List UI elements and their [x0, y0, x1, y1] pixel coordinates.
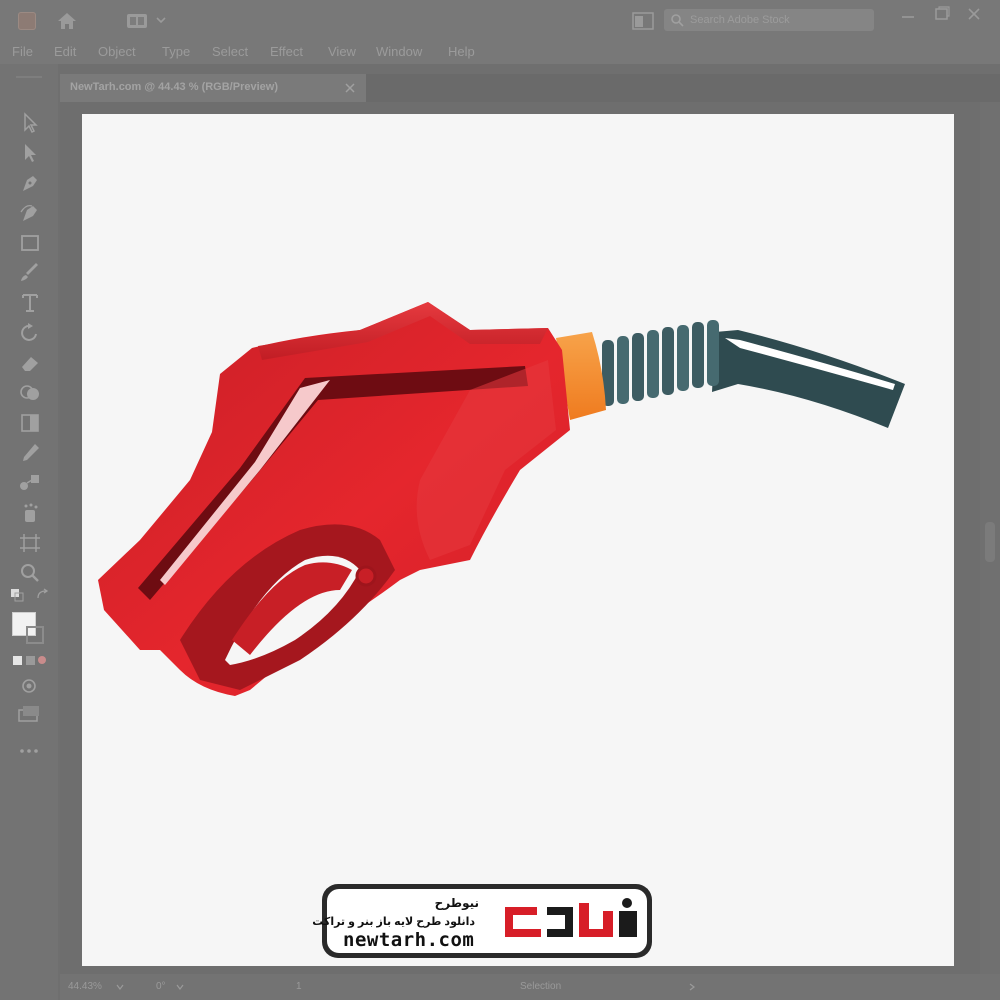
- swap-colors-icon[interactable]: [36, 588, 50, 602]
- close-tab-icon[interactable]: [344, 82, 356, 94]
- chevron-down-icon[interactable]: [156, 15, 166, 25]
- gradient-tool-icon[interactable]: [18, 412, 42, 434]
- vertical-scrollbar[interactable]: [980, 102, 1000, 974]
- document-tab[interactable]: NewTarh.com @ 44.43 % (RGB/Preview): [60, 74, 366, 102]
- watermark-title: نیوطرح: [434, 896, 479, 910]
- search-input[interactable]: [690, 11, 870, 29]
- more-tools-icon[interactable]: [18, 748, 40, 754]
- workspace-switcher-icon[interactable]: [126, 12, 148, 30]
- title-bar: [0, 0, 1000, 40]
- panel-grip-icon: [16, 76, 42, 78]
- stroke-swatch[interactable]: [26, 626, 44, 644]
- menu-object[interactable]: Object: [98, 44, 136, 59]
- rectangle-tool-icon[interactable]: [18, 232, 42, 254]
- rotate-tool-icon[interactable]: [18, 322, 42, 344]
- menu-edit[interactable]: Edit: [54, 44, 76, 59]
- watermark-panel: نیوطرح دانلود طرح لایه باز بنر و تراکت n…: [312, 889, 647, 953]
- eyedropper-tool-icon[interactable]: [18, 442, 42, 464]
- trigger-pivot: [355, 565, 377, 587]
- menu-select[interactable]: Select: [212, 44, 248, 59]
- symbol-sprayer-tool-icon[interactable]: [18, 502, 42, 524]
- arrange-documents-icon[interactable]: [632, 11, 654, 31]
- search-icon: [671, 14, 684, 27]
- watermark-subtitle: دانلود طرح لایه باز بنر و تراکت: [312, 916, 475, 928]
- spout-spring: [602, 320, 719, 406]
- scrollbar-thumb[interactable]: [985, 522, 995, 562]
- tools-panel: [0, 64, 58, 1000]
- chevron-down-icon[interactable]: [176, 983, 184, 991]
- current-tool-name: Selection: [520, 981, 562, 992]
- watermark-url: newtarh.com: [343, 929, 475, 951]
- newtarh-watermark: نیوطرح دانلود طرح لایه باز بنر و تراکت n…: [312, 884, 652, 958]
- blend-tool-icon[interactable]: [18, 472, 42, 494]
- chevron-down-icon[interactable]: [116, 983, 124, 991]
- menu-file[interactable]: File: [12, 44, 33, 59]
- pen-tool-icon[interactable]: [18, 172, 42, 194]
- menu-view[interactable]: View: [328, 44, 356, 59]
- search-box[interactable]: [664, 9, 874, 31]
- menu-window[interactable]: Window: [376, 44, 422, 59]
- color-mode-icons[interactable]: [12, 654, 48, 668]
- menu-bar: File Edit Object Type Select Effect View…: [0, 40, 1000, 64]
- menu-help[interactable]: Help: [448, 44, 475, 59]
- selection-tool-icon[interactable]: [18, 112, 42, 134]
- close-icon[interactable]: [966, 6, 982, 22]
- status-bar: 44.43% 0° 1 Selection: [60, 974, 1000, 1000]
- eraser-tool-icon[interactable]: [18, 352, 42, 374]
- maximize-icon[interactable]: [934, 6, 950, 22]
- menu-type[interactable]: Type: [162, 44, 190, 59]
- menu-effect[interactable]: Effect: [270, 44, 303, 59]
- nozzle-body: [98, 302, 570, 696]
- rotation-value[interactable]: 0°: [156, 981, 166, 992]
- zoom-tool-icon[interactable]: [18, 562, 42, 584]
- fuel-nozzle-artwork[interactable]: [82, 114, 954, 966]
- artboard-tool-icon[interactable]: [18, 532, 42, 554]
- home-icon[interactable]: [56, 10, 78, 32]
- draw-mode-icon[interactable]: [18, 676, 40, 696]
- default-colors-icon[interactable]: [10, 588, 24, 602]
- direct-selection-tool-icon[interactable]: [18, 142, 42, 164]
- artboard-index[interactable]: 1: [296, 981, 302, 992]
- chevron-right-icon[interactable]: [688, 983, 696, 991]
- screen-mode-icon[interactable]: [16, 704, 42, 724]
- zoom-level[interactable]: 44.43%: [68, 981, 102, 992]
- type-tool-icon[interactable]: [18, 292, 42, 314]
- illustrator-logo-icon: [18, 12, 36, 30]
- paintbrush-tool-icon[interactable]: [18, 262, 42, 284]
- shape-builder-tool-icon[interactable]: [18, 382, 42, 404]
- minimize-icon[interactable]: [901, 10, 915, 24]
- document-tab-label: NewTarh.com @ 44.43 % (RGB/Preview): [70, 81, 278, 93]
- curvature-tool-icon[interactable]: [18, 202, 42, 224]
